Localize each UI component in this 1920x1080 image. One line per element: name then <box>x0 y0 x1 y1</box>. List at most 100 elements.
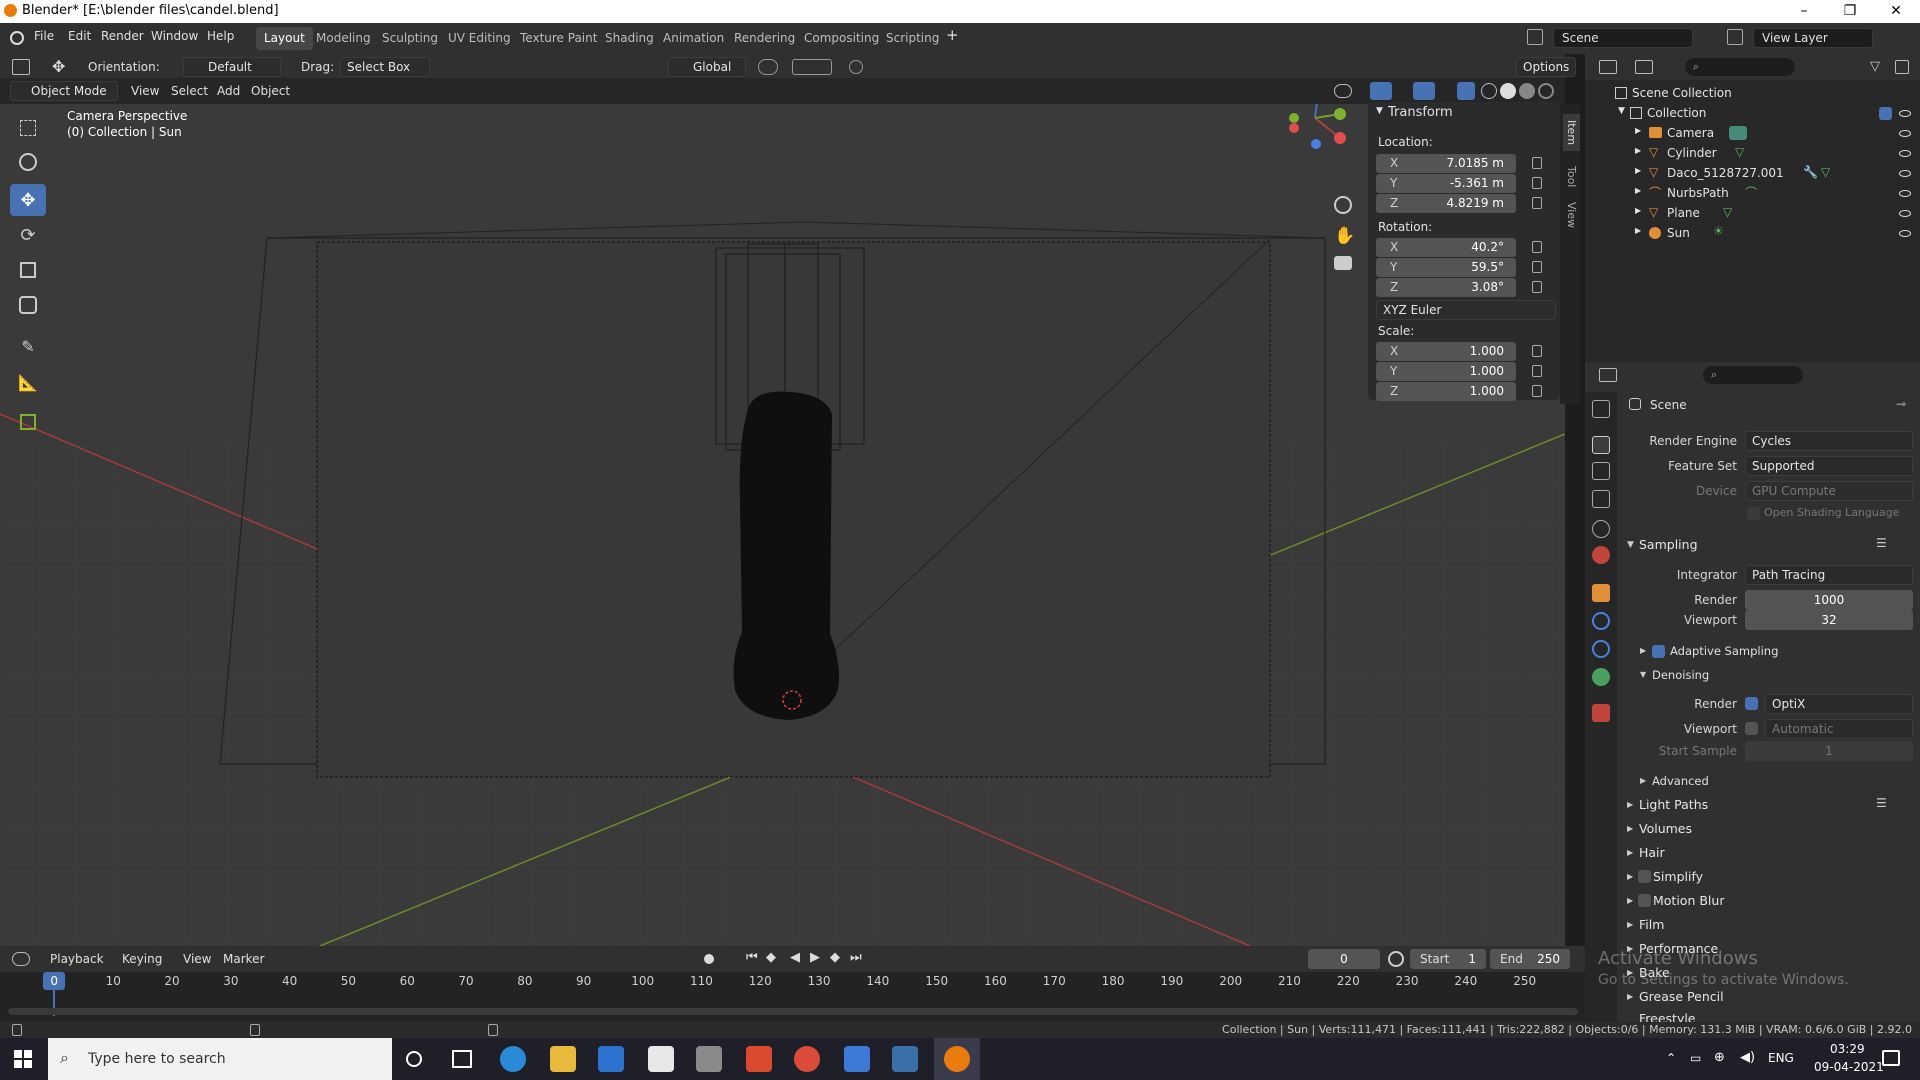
expand-arrow-icon[interactable]: ▶ <box>1627 824 1633 833</box>
usb-icon[interactable] <box>696 1046 722 1072</box>
current-frame-field[interactable]: 0 <box>1308 949 1380 969</box>
add-workspace-icon[interactable]: + <box>946 26 959 44</box>
tray-date[interactable]: 09-04-2021 <box>1814 1060 1884 1074</box>
sampling-section[interactable]: Sampling <box>1639 537 1698 552</box>
menu-marker[interactable]: Marker <box>223 952 264 966</box>
menu-view[interactable]: View <box>131 84 159 98</box>
tool-tab-icon[interactable] <box>1592 400 1610 418</box>
outliner-collection[interactable]: ▼ Collection <box>1585 104 1920 124</box>
tray-volume-icon[interactable]: ◀) <box>1740 1050 1755 1065</box>
drag-dropdown[interactable]: Select Box <box>340 57 430 77</box>
expand-arrow-icon[interactable]: ▶ <box>1635 166 1641 175</box>
lock-icon[interactable] <box>1532 261 1542 273</box>
start-frame-field[interactable]: Start 1 <box>1410 949 1486 969</box>
lock-icon[interactable] <box>1532 241 1542 253</box>
blender-icon[interactable] <box>944 1046 970 1072</box>
view-layer-tab-icon[interactable] <box>1592 490 1610 508</box>
tray-network-icon[interactable]: ▭ <box>1690 1051 1701 1065</box>
chrome-icon[interactable] <box>794 1046 820 1072</box>
eye-icon[interactable] <box>1899 230 1911 237</box>
volumes-section[interactable]: Volumes <box>1639 821 1692 836</box>
task-view-icon[interactable] <box>452 1050 472 1068</box>
eye-icon[interactable] <box>1899 130 1911 137</box>
play-icon[interactable]: ▶ <box>810 950 820 965</box>
timeline-ruler[interactable]: 0 10 20 30 40 50 60 70 80 90 100 110 120 130 140 150 160… <box>0 974 1585 990</box>
view-layer-icon[interactable] <box>1727 29 1743 45</box>
outliner-item-camera[interactable]: ▶ Camera <box>1585 124 1920 144</box>
lock-icon[interactable] <box>1532 197 1542 209</box>
rotation-x-field[interactable]: X 40.2° <box>1376 238 1516 257</box>
output-tab-icon[interactable] <box>1592 462 1610 480</box>
viewport-samples-field[interactable]: 32 <box>1745 610 1913 630</box>
view-layer-field[interactable]: View Layer <box>1753 28 1873 48</box>
location-x-field[interactable]: X 7.0185 m <box>1376 154 1516 173</box>
location-y-field[interactable]: Y -5.361 m <box>1376 174 1516 193</box>
list-icon[interactable]: ☰ <box>1876 796 1887 810</box>
denoise-render-dropdown[interactable]: OptiX <box>1765 694 1913 714</box>
rendered-shading-icon[interactable] <box>1538 83 1554 99</box>
object-tab-icon[interactable] <box>1592 584 1610 602</box>
expand-arrow-icon[interactable]: ▶ <box>1640 776 1646 785</box>
select-box-tool-icon[interactable] <box>10 112 46 144</box>
store-icon[interactable] <box>648 1046 674 1072</box>
editor-type-icon[interactable] <box>1599 60 1617 74</box>
3d-viewport[interactable]: Camera Perspective (0) Collection | Sun … <box>0 104 1565 946</box>
lock-icon[interactable] <box>1532 385 1542 397</box>
tab-scripting[interactable]: Scripting <box>878 27 947 50</box>
rotation-z-field[interactable]: Z 3.08° <box>1376 278 1516 297</box>
world-tab-icon[interactable] <box>1592 546 1610 564</box>
expand-arrow-icon[interactable]: ▶ <box>1635 126 1641 135</box>
zoom-icon[interactable] <box>1334 196 1352 214</box>
integrator-dropdown[interactable]: Path Tracing <box>1745 565 1913 585</box>
outliner-item-sun[interactable]: ▶ Sun ☀ <box>1585 224 1920 244</box>
add-cube-tool-icon[interactable] <box>10 406 46 438</box>
denoise-viewport-dropdown[interactable]: Automatic <box>1765 719 1913 739</box>
expand-arrow-icon[interactable]: ▼ <box>1618 106 1625 116</box>
eye-icon[interactable] <box>1899 190 1911 197</box>
lock-icon[interactable] <box>1532 365 1542 377</box>
tab-animation[interactable]: Animation <box>655 27 732 50</box>
cortana-icon[interactable] <box>406 1051 422 1067</box>
filter-icon[interactable]: ▽ <box>1870 59 1880 74</box>
location-z-field[interactable]: Z 4.8219 m <box>1376 194 1516 213</box>
tray-time[interactable]: 03:29 <box>1830 1042 1865 1056</box>
app-s-icon[interactable] <box>746 1046 772 1072</box>
solid-shading-icon[interactable] <box>1500 83 1516 99</box>
menu-select[interactable]: Select <box>171 84 208 98</box>
snap-icon[interactable] <box>792 59 832 75</box>
tab-layout[interactable]: Layout <box>256 27 313 50</box>
next-keyframe-icon[interactable]: ◆ <box>830 950 840 965</box>
lock-icon[interactable] <box>1532 345 1542 357</box>
editor-type-icon[interactable] <box>1599 368 1617 382</box>
outliner-item-nurbspath[interactable]: ▶ ⌒ NurbsPath ⌒ <box>1585 184 1920 204</box>
jump-start-icon[interactable]: ⏮ <box>746 950 758 965</box>
menu-object[interactable]: Object <box>251 84 290 98</box>
options-dropdown[interactable]: Options <box>1516 57 1576 77</box>
expand-arrow-icon[interactable]: ▶ <box>1635 146 1641 155</box>
tray-chevron-icon[interactable]: ⌃ <box>1666 1051 1676 1065</box>
scale-y-field[interactable]: Y 1.000 <box>1376 362 1516 381</box>
tray-globe-icon[interactable]: ⊕ <box>1714 1050 1725 1065</box>
expand-arrow-icon[interactable]: ▶ <box>1627 896 1633 905</box>
expand-arrow-icon[interactable]: ▶ <box>1627 920 1633 929</box>
outliner-item-cylinder[interactable]: ▶ ▽ Cylinder ▽ <box>1585 144 1920 164</box>
menu-help[interactable]: Help <box>207 29 234 43</box>
constraints-tab-icon[interactable] <box>1592 640 1610 658</box>
feature-set-dropdown[interactable]: Supported <box>1745 456 1913 476</box>
end-frame-field[interactable]: End 250 <box>1490 949 1570 969</box>
blender-menu-icon[interactable] <box>10 31 24 45</box>
expand-arrow-icon[interactable]: ▶ <box>1627 992 1633 1001</box>
edge-icon[interactable] <box>500 1046 526 1072</box>
menu-add[interactable]: Add <box>217 84 240 98</box>
timeline-scrollbar[interactable] <box>8 1008 1578 1015</box>
menu-file[interactable]: File <box>34 29 54 43</box>
material-shading-icon[interactable] <box>1519 83 1535 99</box>
transform-tool-icon[interactable] <box>10 289 46 321</box>
render-samples-field[interactable]: 1000 <box>1745 590 1913 610</box>
rotation-y-field[interactable]: Y 59.5° <box>1376 258 1516 277</box>
record-icon[interactable] <box>704 954 714 964</box>
menu-render[interactable]: Render <box>101 29 144 43</box>
camera-view-icon[interactable] <box>1334 256 1352 270</box>
expand-arrow-icon[interactable]: ▶ <box>1635 186 1641 195</box>
expand-arrow-icon[interactable]: ▶ <box>1627 872 1633 881</box>
